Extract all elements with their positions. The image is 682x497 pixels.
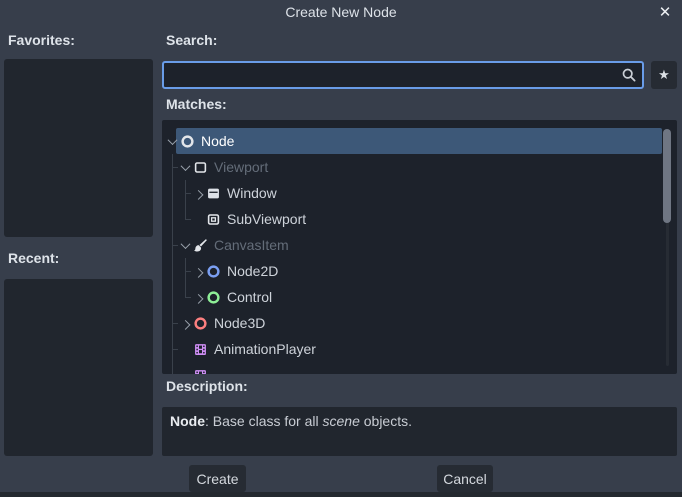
chevron-right-icon[interactable] <box>192 180 205 206</box>
create-new-node-dialog: Create New Node ✕ Favorites: Recent: Sea… <box>0 0 682 497</box>
search-label: Search: <box>166 32 217 48</box>
description-class-name: Node <box>170 413 205 429</box>
canvasitem-node-icon <box>192 237 208 253</box>
tree-item-control[interactable]: Control <box>162 284 677 310</box>
tree-item-node3d[interactable]: Node3D <box>162 310 677 336</box>
dialog-title: Create New Node <box>0 4 682 20</box>
tree-item-label: Node <box>201 133 234 149</box>
node3d-node-icon <box>192 315 208 331</box>
selection-highlight <box>176 128 662 154</box>
cancel-button[interactable]: Cancel <box>437 465 493 492</box>
tree-item-label: Node3D <box>214 315 265 331</box>
node2d-node-icon <box>205 263 221 279</box>
matches-tree: Node Viewport Window SubViewport CanvasItem N… <box>162 120 677 374</box>
control-node-icon <box>205 289 221 305</box>
tree-item-subviewport[interactable]: SubViewport <box>162 206 677 232</box>
tree-item-node[interactable]: Node <box>162 128 677 154</box>
tree-item-label: Node2D <box>227 263 278 279</box>
chevron-down-icon[interactable] <box>179 232 192 258</box>
chevron-spacer <box>179 336 192 362</box>
search-input[interactable] <box>162 61 644 89</box>
favorites-list[interactable] <box>4 59 153 237</box>
chevron-right-icon[interactable] <box>192 284 205 310</box>
recent-label: Recent: <box>8 250 59 266</box>
viewport-node-icon <box>192 159 208 175</box>
chevron-down-icon[interactable] <box>166 128 179 154</box>
description-text: : Base class for all <box>205 413 323 429</box>
chevron-right-icon[interactable] <box>179 310 192 336</box>
favorite-star-button[interactable]: ★ <box>651 61 677 89</box>
tree-item-label: SubViewport <box>227 211 306 227</box>
tree-item-label: Control <box>227 289 272 305</box>
tree-item-label: AnimationPlayer <box>214 341 316 357</box>
tree-item-window[interactable]: Window <box>162 180 677 206</box>
tree-item-animationplayer[interactable]: AnimationPlayer <box>162 336 677 362</box>
node-node-icon <box>179 133 195 149</box>
description-box: Node: Base class for all scene objects. <box>162 407 677 456</box>
recent-list[interactable] <box>4 279 153 456</box>
chevron-down-icon[interactable] <box>179 154 192 180</box>
favorites-label: Favorites: <box>8 32 75 48</box>
tree-item-node2d[interactable]: Node2D <box>162 258 677 284</box>
tree-item-label: Window <box>227 185 277 201</box>
description-text-end: objects. <box>360 413 412 429</box>
subviewport-node-icon <box>205 211 221 227</box>
description-italic-text: scene <box>323 413 360 429</box>
tree-item-viewport[interactable]: Viewport <box>162 154 677 180</box>
title-bar: Create New Node ✕ <box>0 0 682 26</box>
description-label: Description: <box>166 378 248 394</box>
dialog-bottom-edge <box>0 492 682 497</box>
close-icon[interactable]: ✕ <box>655 3 675 23</box>
tree-item-clipped[interactable] <box>162 362 677 374</box>
tree-rows: Node Viewport Window SubViewport CanvasItem N… <box>162 128 677 374</box>
create-button[interactable]: Create <box>189 465 246 492</box>
tree-item-canvasitem[interactable]: CanvasItem <box>162 232 677 258</box>
chevron-spacer <box>179 362 192 374</box>
window-node-icon <box>205 185 221 201</box>
tree-item-label: Viewport <box>214 159 268 175</box>
tree-scrollbar-thumb[interactable] <box>663 129 671 223</box>
chevron-right-icon[interactable] <box>192 258 205 284</box>
matches-label: Matches: <box>166 96 227 112</box>
film-node-icon <box>192 367 208 374</box>
chevron-spacer <box>192 206 205 232</box>
animationplayer-node-icon <box>192 341 208 357</box>
tree-item-label: CanvasItem <box>214 237 289 253</box>
